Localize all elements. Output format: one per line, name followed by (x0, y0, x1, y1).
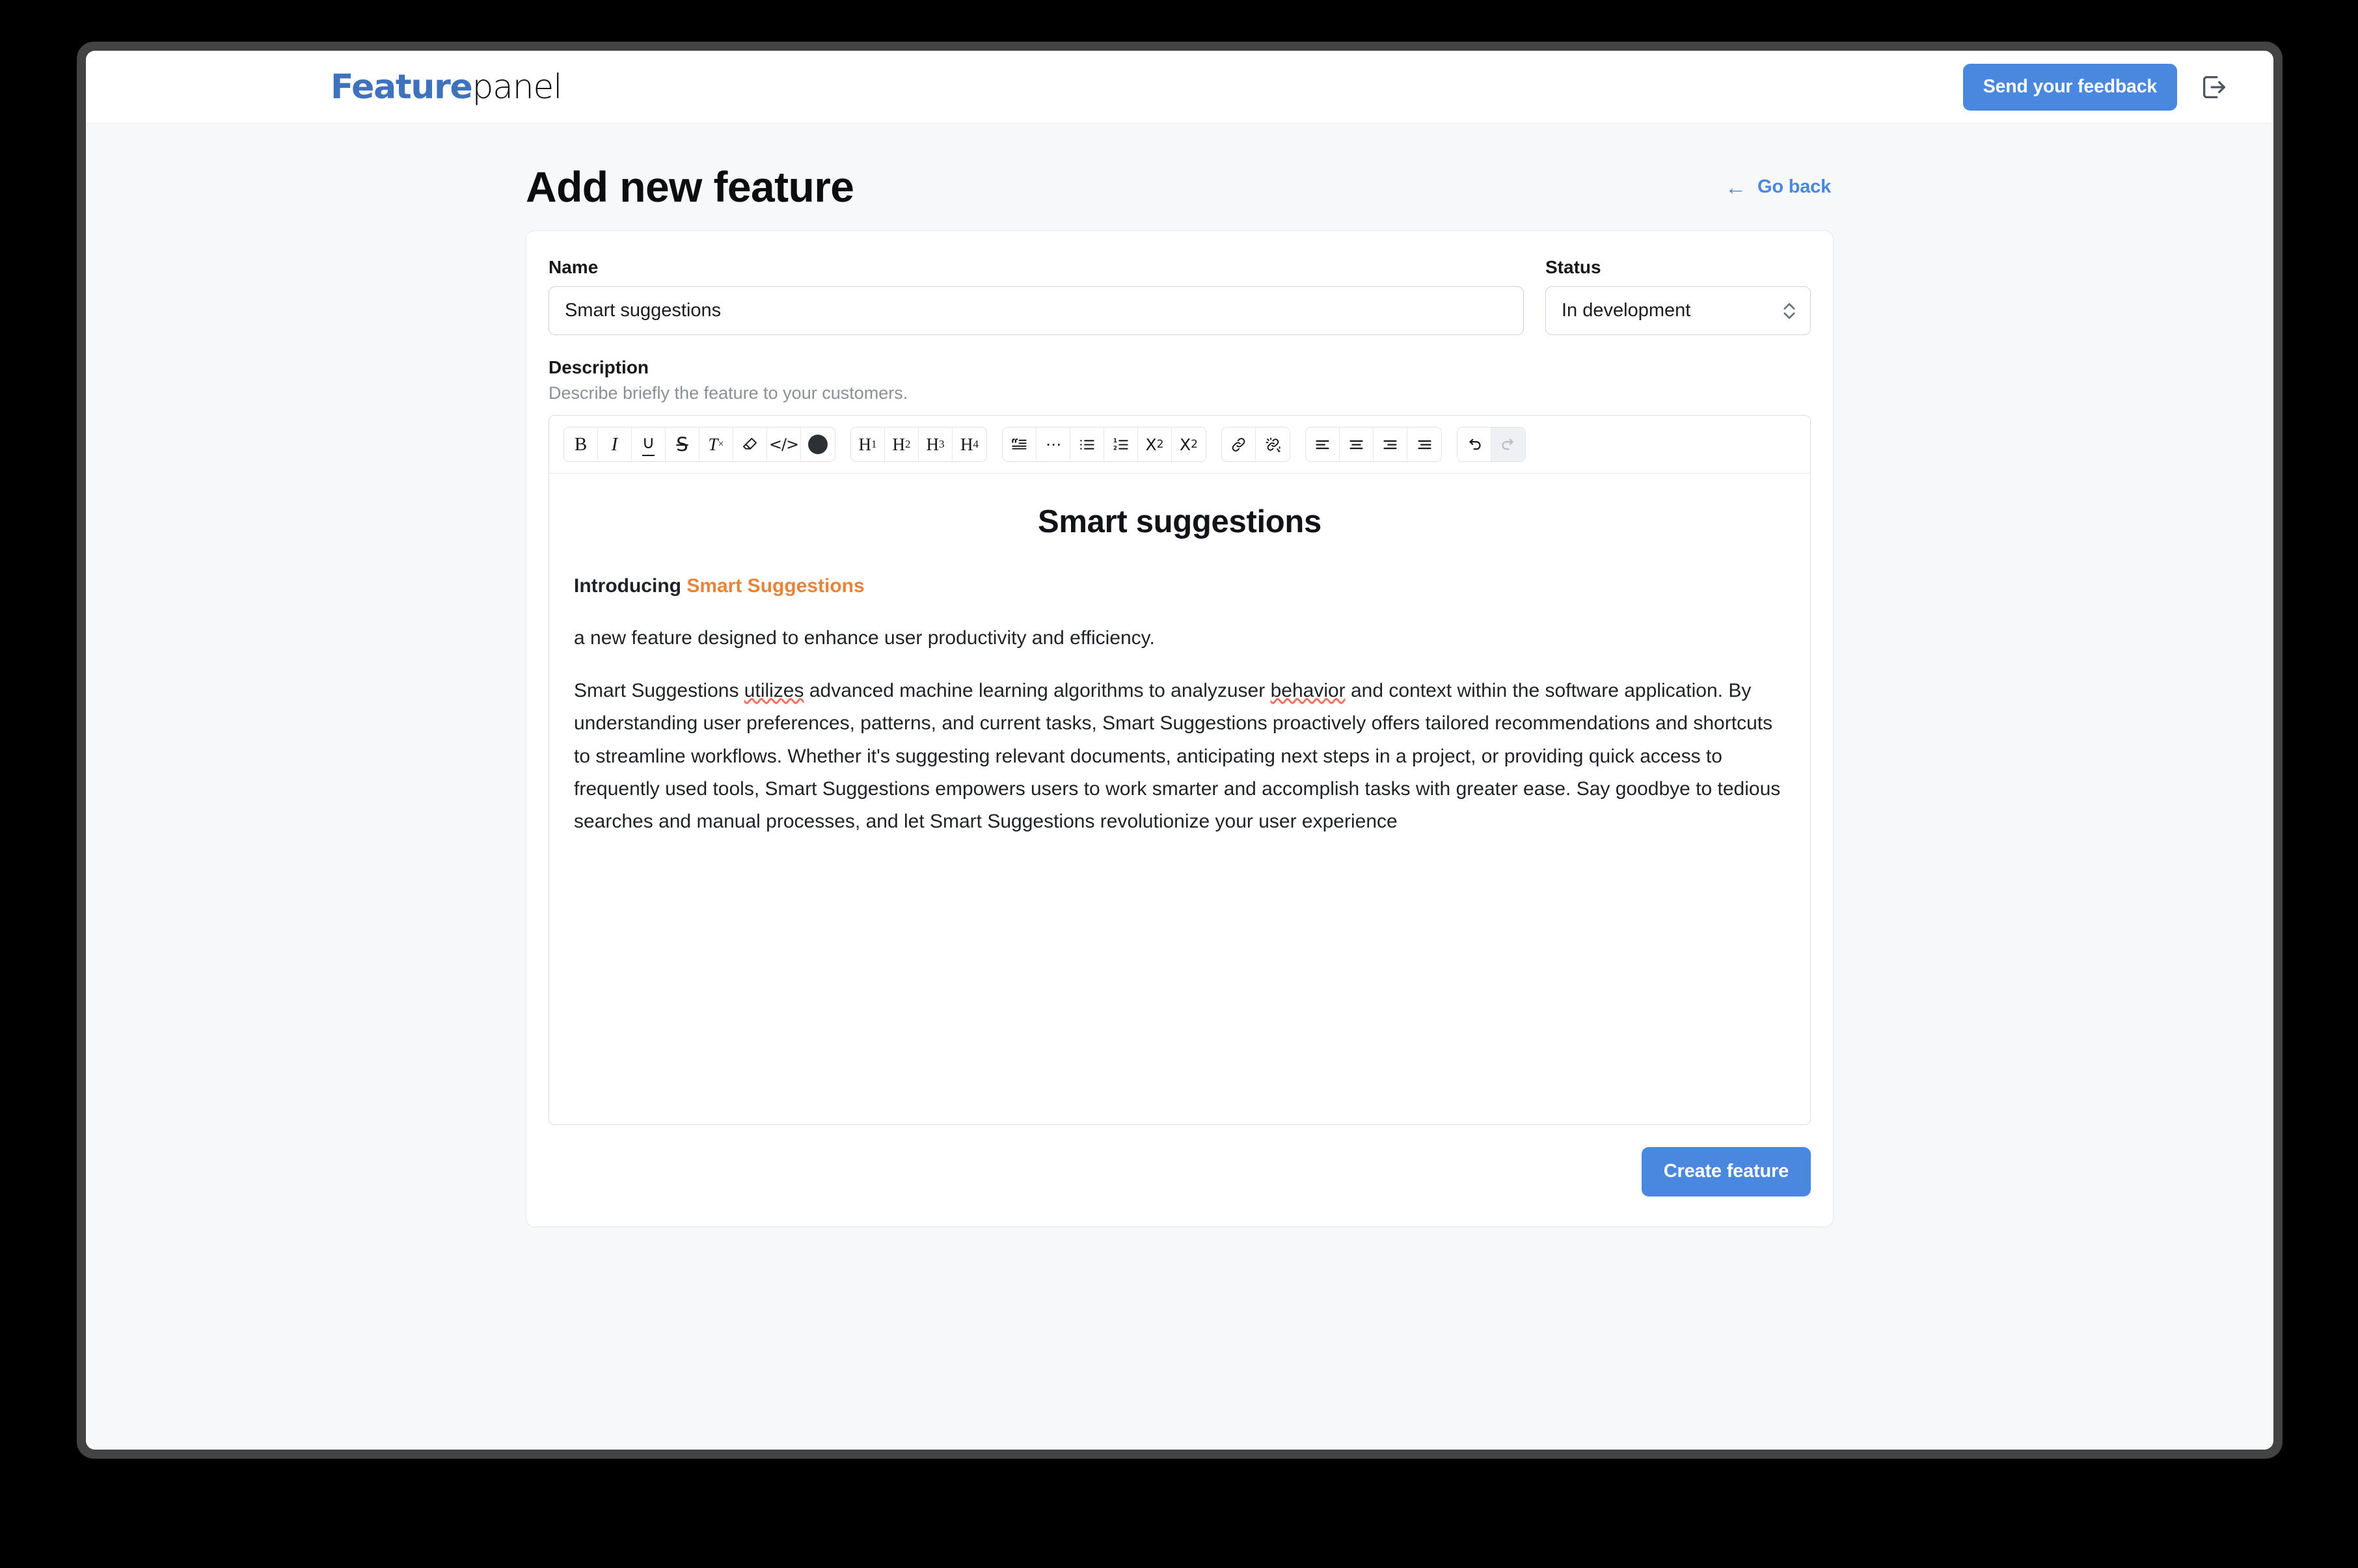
form-top-row: Name Status In development (549, 257, 1811, 335)
go-back-link[interactable]: ← Go back (1725, 176, 1831, 198)
status-field-group: Status In development (1545, 257, 1811, 335)
toolbar-group-headings: H1 H2 H3 H4 (850, 427, 987, 462)
toolbar-group-alignment (1305, 427, 1442, 462)
intro-accent-text: Smart Suggestions (686, 575, 864, 597)
heading-1-button[interactable]: H1 (851, 427, 885, 461)
link-icon[interactable] (1222, 427, 1256, 461)
heading-3-button[interactable]: H3 (919, 427, 953, 461)
italic-button[interactable]: I (598, 427, 632, 461)
app-logo[interactable]: Featurepanel (331, 70, 562, 104)
remove-format-button[interactable]: T× (699, 427, 733, 461)
unlink-icon[interactable] (1256, 427, 1290, 461)
heading-4-button[interactable]: H4 (953, 427, 986, 461)
card-actions: Create feature (549, 1147, 1811, 1196)
superscript-button[interactable]: X2 (1172, 427, 1206, 461)
logo-secondary-text: panel (472, 68, 562, 107)
send-feedback-button[interactable]: Send your feedback (1963, 64, 2177, 111)
description-label: Description (549, 357, 1811, 378)
code-button[interactable]: </> (767, 427, 801, 461)
subscript-button[interactable]: X2 (1138, 427, 1172, 461)
heading-2-button[interactable]: H2 (885, 427, 919, 461)
redo-icon (1491, 427, 1525, 461)
go-back-label: Go back (1757, 176, 1831, 198)
bold-button[interactable]: B (564, 427, 598, 461)
p2-part-b: advanced machine learning algorithms to … (804, 680, 1271, 701)
name-label: Name (549, 257, 1524, 278)
create-feature-button[interactable]: Create feature (1642, 1147, 1811, 1196)
logo-primary-text: Feature (331, 68, 472, 107)
name-input[interactable] (549, 286, 1524, 335)
rich-text-editor: B I ∪ S T× (549, 415, 1811, 1125)
undo-icon[interactable] (1457, 427, 1491, 461)
svg-text:1: 1 (1113, 438, 1117, 444)
align-justify-icon[interactable] (1407, 427, 1441, 461)
description-help-text: Describe briefly the feature to your cus… (549, 383, 1811, 403)
p2-part-a: Smart Suggestions (574, 680, 744, 701)
toolbar-group-links (1221, 427, 1290, 462)
page-title: Add new feature (526, 165, 854, 208)
toolbar-group-blocks: ⋯ (1002, 427, 1206, 462)
editor-content-area[interactable]: Smart suggestions Introducing Smart Sugg… (549, 474, 1810, 1124)
browser-window-frame: Featurepanel Send your feedback Add new … (77, 42, 2283, 1459)
strikethrough-button[interactable]: S (666, 427, 699, 461)
logout-icon[interactable] (2199, 72, 2229, 102)
numbered-list-icon[interactable]: 1 2 (1104, 427, 1138, 461)
name-field-group: Name (549, 257, 1524, 335)
align-left-icon[interactable] (1306, 427, 1340, 461)
highlighter-pen-icon[interactable] (733, 427, 767, 461)
p2-misspelled-word-1: utilizes (744, 680, 804, 701)
p2-part-c: and context within the software applicat… (574, 680, 1780, 833)
document-paragraph-1: a new feature designed to enhance user p… (574, 622, 1785, 655)
toolbar-group-formatting: B I ∪ S T× (563, 427, 835, 462)
page-header-row: Add new feature ← Go back (526, 159, 1834, 215)
editor-toolbar: B I ∪ S T× (549, 416, 1810, 474)
header-actions: Send your feedback (1963, 64, 2229, 111)
toolbar-group-history (1457, 427, 1526, 462)
app-viewport: Featurepanel Send your feedback Add new … (86, 51, 2273, 1450)
underline-button[interactable]: ∪ (632, 427, 666, 461)
document-paragraph-2: Smart Suggestions utilizes advanced mach… (574, 675, 1785, 839)
p2-misspelled-word-2: behavior (1271, 680, 1346, 701)
bullet-list-icon[interactable] (1070, 427, 1104, 461)
horizontal-rule-button[interactable]: ⋯ (1037, 427, 1070, 461)
color-circle-icon[interactable] (801, 427, 835, 461)
description-field-group: Description Describe briefly the feature… (549, 357, 1811, 1125)
app-header: Featurepanel Send your feedback (86, 51, 2273, 124)
align-center-icon[interactable] (1340, 427, 1374, 461)
document-heading: Smart suggestions (574, 504, 1785, 540)
document-intro-paragraph: Introducing Smart Suggestions (574, 570, 1785, 602)
svg-text:2: 2 (1113, 445, 1117, 452)
status-select-wrap: In development (1545, 286, 1811, 335)
page-body: Add new feature ← Go back Name Status I (86, 124, 2273, 1450)
status-select[interactable]: In development (1545, 286, 1811, 335)
align-right-icon[interactable] (1374, 427, 1407, 461)
arrow-left-icon: ← (1725, 176, 1746, 198)
intro-prefix-text: Introducing (574, 575, 686, 597)
status-label: Status (1545, 257, 1811, 278)
blockquote-icon[interactable] (1003, 427, 1037, 461)
add-feature-card: Name Status In development (526, 230, 1834, 1227)
